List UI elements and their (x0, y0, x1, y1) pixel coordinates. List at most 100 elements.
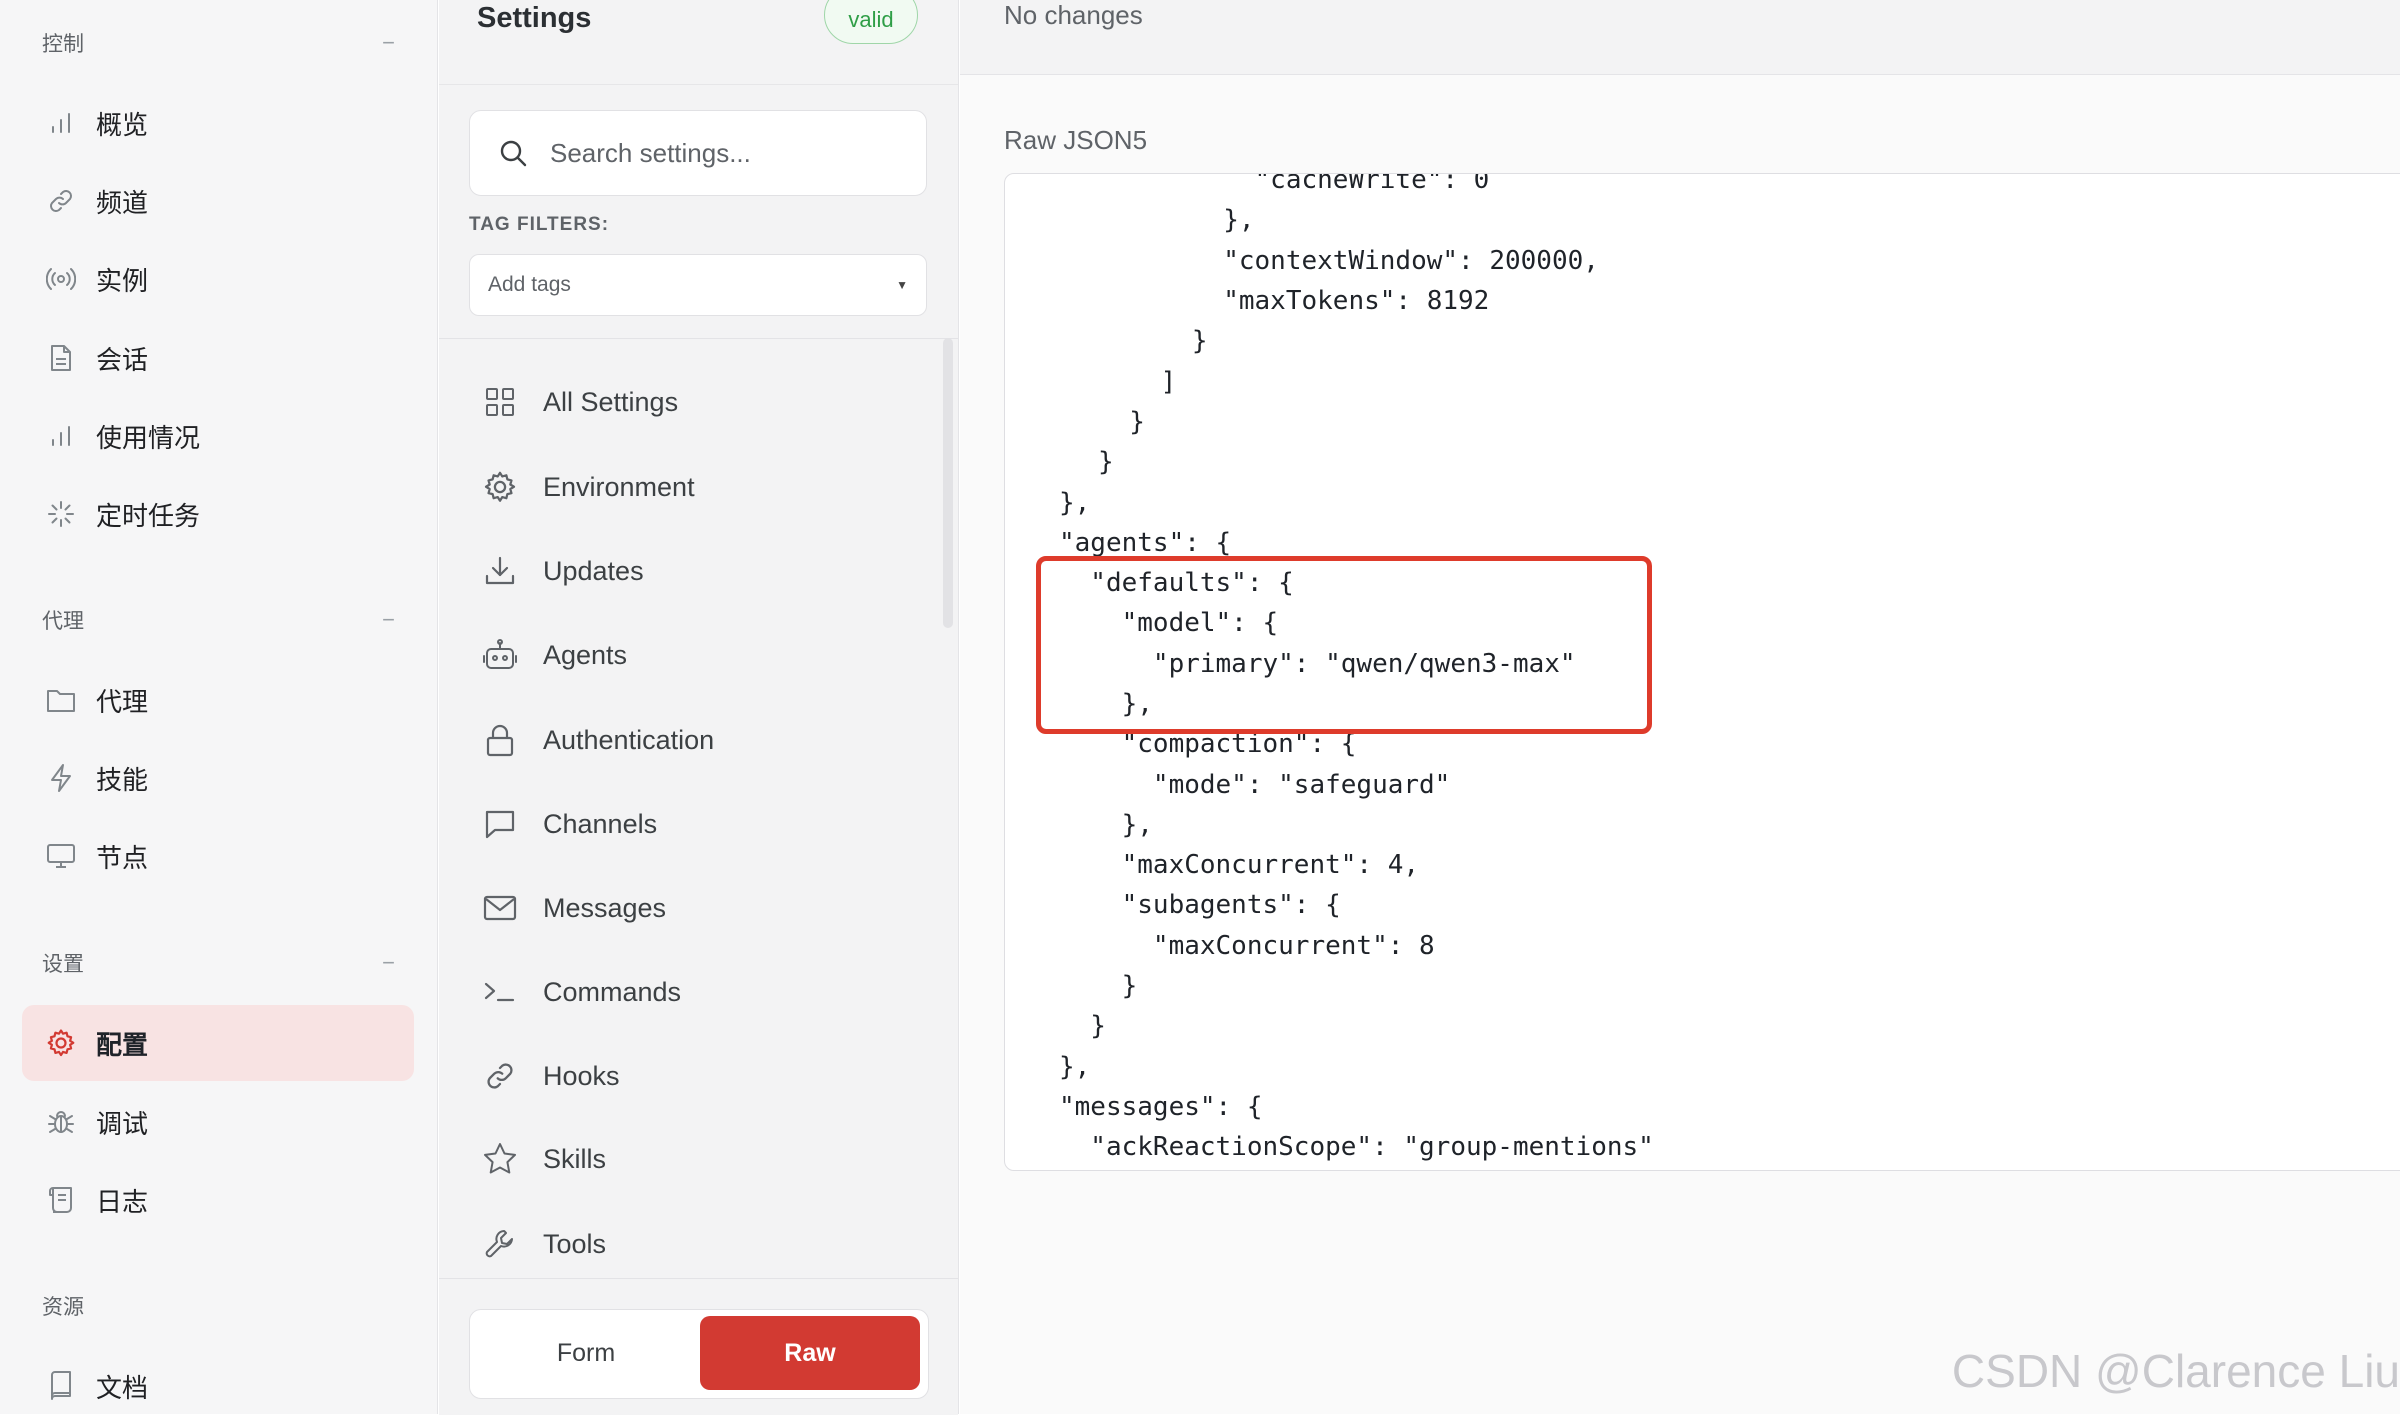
nav-item-instances[interactable]: 实例 (22, 241, 414, 317)
nav-section-title: 设置 (42, 953, 84, 976)
bar-chart-icon (44, 419, 78, 453)
tag-select-placeholder: Add tags (488, 273, 571, 296)
category-environment[interactable]: Environment (469, 452, 909, 522)
nav-section-resources[interactable]: 资源 (42, 1291, 395, 1321)
mode-bar: Form Raw (439, 1278, 958, 1415)
category-label: Channels (543, 808, 658, 839)
code-line: }, (1059, 1052, 1091, 1082)
search-icon (498, 138, 528, 168)
lock-icon (481, 721, 519, 759)
status-badge: valid (824, 0, 918, 44)
code-line: "contextWindow": 200000, (1098, 246, 1599, 276)
category-updates[interactable]: Updates (469, 536, 909, 606)
code-line: }, (1059, 810, 1153, 840)
category-hooks[interactable]: Hooks (469, 1041, 909, 1111)
nav-item-label: 文档 (96, 1372, 149, 1403)
nav-item-cron-jobs[interactable]: 定时任务 (22, 476, 414, 552)
mail-icon (481, 889, 519, 927)
nav-item-skills[interactable]: 技能 (22, 740, 414, 816)
category-label: Skills (543, 1143, 607, 1174)
scroll-icon (44, 1183, 78, 1217)
nav-section-settings[interactable]: 设置 − (42, 948, 395, 978)
mode-toggle: Form Raw (469, 1309, 929, 1399)
code-line: } (1059, 1011, 1106, 1041)
category-label: Agents (543, 639, 628, 670)
watermark: CSDN @Clarence Liu (1951, 1345, 2400, 1397)
nav-item-label: 节点 (96, 842, 149, 873)
nav-item-label: 代理 (96, 686, 149, 717)
folder-icon (44, 683, 78, 717)
highlight-annotation-box (1036, 556, 1652, 734)
raw-mode-button[interactable]: Raw (700, 1316, 920, 1390)
category-label: All Settings (543, 386, 679, 417)
gear-icon (44, 1026, 78, 1060)
category-messages[interactable]: Messages (469, 873, 909, 943)
gear-icon (481, 468, 519, 506)
nav-item-label: 日志 (96, 1186, 149, 1217)
book-icon (44, 1369, 78, 1403)
code-line: "maxTokens": 8192 (1098, 286, 1490, 316)
collapse-icon[interactable]: − (382, 950, 395, 976)
code-line: "ackReactionScope": "group-mentions" (1059, 1132, 1654, 1162)
category-agents[interactable]: Agents (469, 620, 909, 690)
nav-item-debug[interactable]: 调试 (22, 1084, 414, 1160)
link-icon (44, 184, 78, 218)
settings-panel: Settings valid TAG FILTERS: Add tags ▼ A… (439, 0, 959, 1415)
settings-header: Settings valid (439, 0, 958, 85)
monitor-icon (44, 839, 78, 873)
collapse-icon[interactable]: − (382, 30, 395, 56)
scrollbar[interactable] (943, 338, 953, 628)
category-skills[interactable]: Skills (469, 1124, 909, 1194)
collapse-icon[interactable]: − (382, 607, 395, 633)
nav-section-agents[interactable]: 代理 − (42, 605, 395, 635)
divider (439, 338, 958, 339)
code-line: ] (1098, 367, 1177, 397)
category-channels[interactable]: Channels (469, 789, 909, 859)
terminal-icon (481, 973, 519, 1011)
category-tools[interactable]: Tools (469, 1209, 909, 1279)
code-line: "mode": "safeguard" (1059, 770, 1451, 800)
change-status-text: No changes (1004, 0, 1143, 30)
tag-filter-select[interactable]: Add tags ▼ (469, 254, 927, 316)
broadcast-icon (44, 262, 78, 296)
search-input[interactable] (548, 136, 892, 170)
code-line: "cacheWrite": 0 (1098, 173, 1490, 195)
nav-item-usage[interactable]: 使用情况 (22, 398, 414, 474)
loader-icon (44, 497, 78, 531)
document-icon (44, 341, 78, 375)
category-label: Tools (543, 1228, 607, 1259)
nav-item-agents[interactable]: 代理 (22, 662, 414, 738)
category-label: Updates (543, 555, 644, 586)
nav-item-logs[interactable]: 日志 (22, 1162, 414, 1238)
nav-section-title: 控制 (42, 33, 84, 56)
category-label: Hooks (543, 1060, 620, 1091)
left-navigation: 控制 − 概览 频道 实例 会话 使用情况 定时任务 代理 − 代理 技能 节点… (0, 0, 438, 1414)
nav-item-channels[interactable]: 频道 (22, 163, 414, 239)
star-icon (481, 1140, 519, 1178)
category-authentication[interactable]: Authentication (469, 705, 909, 775)
raw-editor-label: Raw JSON5 (1004, 125, 1148, 155)
page-title: Settings (477, 2, 592, 34)
nav-item-docs[interactable]: 文档 (22, 1348, 414, 1424)
category-commands[interactable]: Commands (469, 957, 909, 1027)
tag-filters-label: TAG FILTERS: (469, 214, 610, 235)
nav-item-config[interactable]: 配置 (22, 1005, 414, 1081)
form-mode-button[interactable]: Form (476, 1316, 696, 1390)
nav-item-sessions[interactable]: 会话 (22, 320, 414, 396)
nav-item-nodes[interactable]: 节点 (22, 818, 414, 894)
category-label: Messages (543, 892, 667, 923)
robot-icon (481, 636, 519, 674)
category-all-settings[interactable]: All Settings (469, 367, 909, 437)
chat-icon (481, 805, 519, 843)
code-line: "messages": { (1059, 1092, 1263, 1122)
bug-icon (44, 1105, 78, 1139)
nav-item-label: 频道 (96, 187, 149, 218)
link-icon (481, 1057, 519, 1095)
nav-item-overview[interactable]: 概览 (22, 85, 414, 161)
code-line: }, (1059, 488, 1091, 518)
nav-item-label: 定时任务 (96, 500, 201, 531)
nav-item-label: 概览 (96, 109, 149, 140)
nav-section-control[interactable]: 控制 − (42, 28, 395, 58)
nav-item-label: 会话 (96, 344, 149, 375)
search-box[interactable] (469, 110, 927, 196)
